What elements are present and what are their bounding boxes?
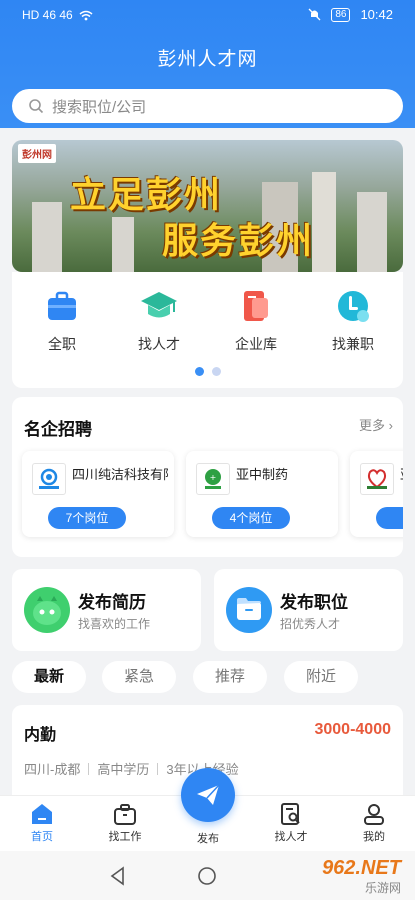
clock: 10:42 xyxy=(360,7,393,22)
company-logo xyxy=(32,463,66,495)
user-icon xyxy=(364,804,384,825)
tab-urgent[interactable]: 紧急 xyxy=(102,661,176,693)
company-scroller[interactable]: 四川纯洁科技有限 7个岗位 + 亚中制药 4个岗位 亚 3个 xyxy=(12,397,403,557)
mute-bell-icon xyxy=(308,8,321,21)
quick-item-label: 找人才 xyxy=(138,336,180,352)
divider xyxy=(88,762,90,775)
publish-position-title: 发布职位 xyxy=(280,593,348,612)
watermark: 962.NET 乐游网 xyxy=(283,857,405,895)
home-icon xyxy=(32,804,52,824)
nav-label: 找人才 xyxy=(274,831,308,843)
job-count-button[interactable]: 3个 xyxy=(376,507,403,529)
home-circle-icon[interactable] xyxy=(197,866,217,886)
quick-item-company-lib[interactable]: 企业库 xyxy=(219,288,293,354)
watermark-text: 962.NET xyxy=(322,857,401,879)
publish-position-sub: 招优秀人才 xyxy=(280,617,341,631)
yazhong-logo-icon: + xyxy=(205,469,221,489)
company-name: 亚中制药 xyxy=(236,467,289,482)
tab-recommend[interactable]: 推荐 xyxy=(193,661,267,693)
part-time-icon xyxy=(338,291,369,322)
search-icon xyxy=(29,99,44,114)
carousel-dot-active[interactable] xyxy=(195,367,204,376)
famous-companies-section: 名企招聘 更多 › 四川纯洁科技有限 7个岗位 + 亚中制药 4个岗位 亚 3个 xyxy=(12,397,403,557)
graduation-cap-icon xyxy=(141,292,177,318)
document-search-icon xyxy=(281,803,300,825)
banner-slogan-2: 服务彭州 xyxy=(162,220,315,261)
company-logo xyxy=(360,463,394,495)
tab-latest[interactable]: 最新 xyxy=(12,661,86,693)
briefcase-outline-icon xyxy=(114,804,136,825)
nav-find-talent[interactable]: 找人才 xyxy=(261,802,321,844)
company-card[interactable]: 亚 3个 xyxy=(350,451,403,537)
status-right: 86 10:42 xyxy=(308,7,393,22)
company-logo: + xyxy=(196,463,230,495)
building-card-icon xyxy=(244,291,268,321)
building-shape xyxy=(32,202,62,272)
signal-indicators: HD 46 46 xyxy=(22,8,93,22)
job-count-button[interactable]: 4个岗位 xyxy=(212,507,290,529)
nav-label: 我的 xyxy=(363,831,385,843)
folder-icon xyxy=(226,587,272,633)
sabao-logo-icon xyxy=(367,469,387,489)
building-shape xyxy=(112,217,134,272)
building-shape xyxy=(312,172,336,272)
network-text: HD 46 46 xyxy=(22,8,73,22)
quick-item-find-talent[interactable]: 找人才 xyxy=(122,288,196,354)
search-bar[interactable]: 搜索职位/公司 xyxy=(12,89,403,123)
top-header: HD 46 46 86 10:42 彭州人才网 搜索职位/公司 xyxy=(0,0,415,128)
nav-label: 找工作 xyxy=(108,831,142,843)
company-name: 亚 xyxy=(400,464,403,483)
job-education: 高中学历 xyxy=(97,762,150,777)
company-card[interactable]: 四川纯洁科技有限 7个岗位 xyxy=(22,451,174,537)
nav-mine[interactable]: 我的 xyxy=(344,802,404,844)
robot-face-icon xyxy=(24,587,70,633)
publish-resume-sub: 找喜欢的工作 xyxy=(78,617,151,631)
quick-item-label: 企业库 xyxy=(235,336,277,352)
publish-resume-card[interactable]: 发布简历 找喜欢的工作 xyxy=(12,569,201,651)
battery-indicator: 86 xyxy=(331,7,351,22)
quick-item-label: 全职 xyxy=(48,336,76,352)
company-name: 四川纯洁科技有限 xyxy=(72,467,168,482)
banner-slogan-1: 立足彭州 xyxy=(70,174,223,215)
company-card[interactable]: + 亚中制药 4个岗位 xyxy=(186,451,338,537)
job-location: 四川-成都 xyxy=(24,762,81,777)
system-navigation: 962.NET 乐游网 xyxy=(0,851,415,900)
carousel-dot[interactable] xyxy=(212,367,221,376)
job-title: 内勤 xyxy=(24,727,57,744)
tab-nearby[interactable]: 附近 xyxy=(284,661,358,693)
wifi-icon xyxy=(79,10,93,20)
nav-label: 首页 xyxy=(31,831,53,843)
app-title: 彭州人才网 xyxy=(157,49,258,70)
bottom-navigation: 首页 找工作 发布 找人才 我的 xyxy=(0,768,415,852)
nav-home[interactable]: 首页 xyxy=(12,802,72,844)
publish-fab[interactable] xyxy=(181,768,235,822)
job-salary: 3000-4000 xyxy=(314,721,391,738)
status-bar: HD 46 46 86 10:42 xyxy=(0,0,415,32)
publish-position-card[interactable]: 发布职位 招优秀人才 xyxy=(214,569,403,651)
promo-banner[interactable]: 彭州网 立足彭州 服务彭州 xyxy=(12,140,403,272)
back-icon[interactable] xyxy=(108,866,128,886)
publish-resume-title: 发布简历 xyxy=(78,593,146,612)
quick-entry-panel: 全职 找人才 企业库 找兼职 xyxy=(12,272,403,388)
quick-item-fulltime[interactable]: 全职 xyxy=(25,288,99,354)
building-shape xyxy=(357,192,387,272)
watermark-sub: 乐游网 xyxy=(364,881,401,895)
briefcase-icon xyxy=(48,291,76,320)
carousel-indicator xyxy=(195,367,221,376)
quick-item-part-time[interactable]: 找兼职 xyxy=(316,288,390,354)
job-filter-tabs: 最新 紧急 推荐 附近 xyxy=(12,661,403,693)
nav-find-job[interactable]: 找工作 xyxy=(95,802,155,844)
publish-label: 发布 xyxy=(197,833,219,845)
quick-item-label: 找兼职 xyxy=(332,336,374,352)
banner-logo: 彭州网 xyxy=(18,144,56,163)
chunjie-logo-icon xyxy=(39,468,59,489)
svg-text:+: + xyxy=(210,473,217,482)
paper-plane-icon xyxy=(197,784,220,805)
search-placeholder: 搜索职位/公司 xyxy=(52,98,147,116)
job-count-button[interactable]: 7个岗位 xyxy=(48,507,126,529)
divider xyxy=(157,762,159,775)
